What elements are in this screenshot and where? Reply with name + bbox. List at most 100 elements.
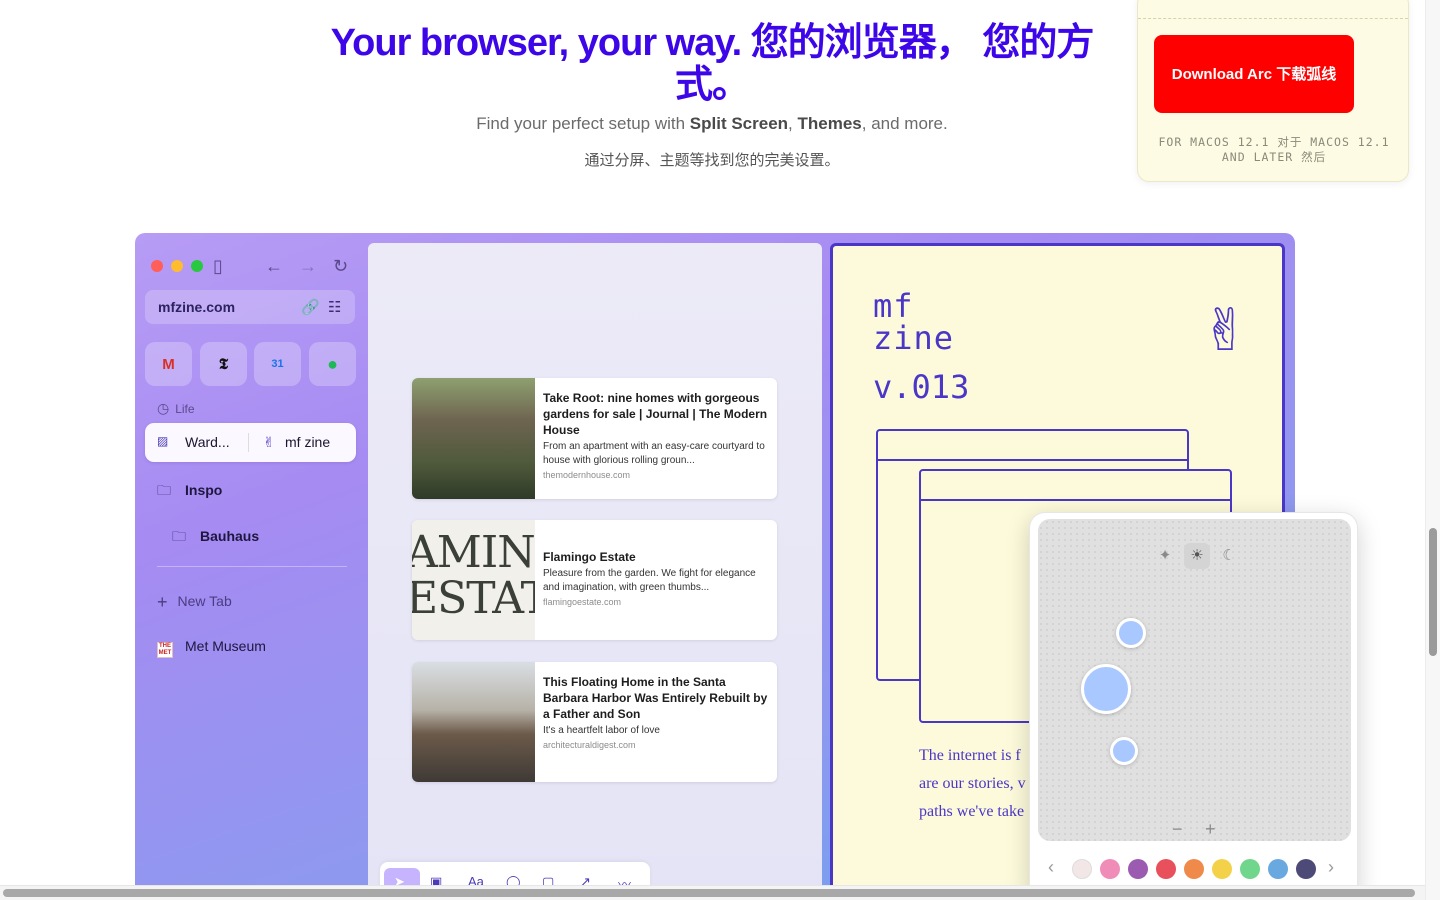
card-title: Take Root: nine homes with gorgeous gard… [543, 391, 768, 437]
card-domain: themodernhouse.com [543, 470, 631, 480]
met-museum-icon: THE MET [157, 642, 173, 658]
minimize-window-button[interactable] [171, 260, 183, 272]
wardrobe-tab-icon: ▨ [157, 434, 169, 448]
sparkle-icon[interactable]: ✦ [1152, 543, 1178, 569]
folder-label: Inspo [185, 482, 223, 498]
subtitle-comma: , [788, 114, 798, 133]
sidebar-toggle-icon[interactable]: ▯ [213, 257, 223, 275]
swatch-green[interactable] [1240, 859, 1260, 879]
swatch-blue[interactable] [1268, 859, 1288, 879]
sidebar-item-met-museum[interactable]: THE MET Met Museum [157, 638, 266, 658]
space-label-text: Life [175, 402, 195, 416]
card-text: Take Root: nine homes with gorgeous gard… [543, 390, 769, 480]
color-handle[interactable] [1110, 737, 1138, 765]
link-card[interactable]: AMINC ESTATI Flamingo Estate Pleasure fr… [412, 520, 777, 640]
favorite-nytimes[interactable]: 𝕿 [200, 342, 247, 386]
favorite-gmail[interactable]: M [145, 342, 192, 386]
browser-sidebar: ▯ ← → ↻ mfzine.com 🔗 ☷ M 𝕿 31 ● ◷ Life ▨ … [135, 233, 367, 900]
url-text: mfzine.com [158, 299, 236, 315]
left-split-pane: Take Root: nine homes with gorgeous gard… [368, 243, 822, 900]
swatch-purple[interactable] [1128, 859, 1148, 879]
card-title: This Floating Home in the Santa Barbara … [543, 675, 768, 721]
download-card: Download Arc 下载弧线 FOR MACOS 12.1 对于 MACO… [1137, 0, 1409, 182]
split-tab-right: mf zine [285, 434, 331, 450]
card-description: From an apartment with an easy-care cour… [543, 441, 765, 466]
zoom-window-button[interactable] [191, 260, 203, 272]
card-thumbnail: AMINC ESTATI [412, 520, 535, 640]
zine-logo-line2: zine [873, 319, 955, 357]
subtitle-suffix: , and more. [861, 114, 948, 133]
zine-logo-line1: mf [873, 287, 914, 325]
link-card[interactable]: This Floating Home in the Santa Barbara … [412, 662, 777, 782]
sidebar-item-label: Met Museum [185, 638, 266, 654]
split-tab-left: Ward... [185, 434, 230, 450]
card-description: Pleasure from the garden. We fight for e… [543, 568, 756, 593]
chevron-left-icon[interactable]: ‹ [1048, 857, 1054, 878]
sidebar-folder-inspo[interactable]: 🗀 Inspo [157, 480, 222, 504]
zoom-in-button[interactable]: + [1205, 819, 1216, 840]
space-label: ◷ Life [157, 400, 195, 417]
close-window-button[interactable] [151, 260, 163, 272]
card-thumbnail [412, 662, 535, 782]
hero-subtitle-cn: 通过分屏、主题等找到您的完美设置。 [584, 152, 840, 169]
calendar-icon: 31 [271, 358, 284, 370]
zine-version: v.013 [873, 368, 970, 406]
favorite-calendar[interactable]: 31 [254, 342, 301, 386]
card-domain: flamingoestate.com [543, 597, 622, 607]
card-domain: architecturaldigest.com [543, 740, 636, 750]
favorite-spotify[interactable]: ● [309, 342, 356, 386]
card-title: Flamingo Estate [543, 550, 636, 564]
settings-icon[interactable]: ☷ [328, 298, 341, 316]
card-text: Flamingo Estate Pleasure from the garden… [543, 549, 769, 607]
swatch-pale-pink[interactable] [1072, 859, 1092, 879]
swatch-yellow[interactable] [1212, 859, 1232, 879]
color-canvas[interactable]: ✦ ☀ ☾ − + [1038, 519, 1351, 841]
folder-label: Bauhaus [200, 528, 260, 544]
vertical-scrollbar[interactable] [1425, 0, 1440, 900]
color-handle[interactable] [1116, 618, 1146, 648]
forward-arrow-icon[interactable]: → [299, 257, 317, 275]
swatch-navy[interactable] [1296, 859, 1316, 879]
chevron-right-icon[interactable]: › [1328, 857, 1334, 878]
swatch-pink[interactable] [1100, 859, 1120, 879]
color-swatches: ‹ › [1044, 857, 1345, 881]
link-icon[interactable]: 🔗 [301, 298, 320, 316]
thumbnail-text: ESTATI [412, 573, 535, 624]
moon-icon[interactable]: ☾ [1216, 543, 1242, 569]
nytimes-icon: 𝕿 [218, 355, 229, 373]
reload-icon[interactable]: ↻ [333, 257, 348, 275]
window-titlebar-line [878, 459, 1187, 461]
sidebar-folder-bauhaus[interactable]: 🗀 Bauhaus [172, 526, 259, 550]
subtitle-text: Find your perfect setup with [476, 114, 690, 133]
page: Your browser, your way. 您的浏览器， 您的方式。 Fin… [0, 0, 1440, 900]
new-tab-label: New Tab [177, 593, 232, 609]
peace-hand-icon: ✌ [263, 434, 275, 450]
thumbnail-text: AMINC [412, 527, 535, 578]
peace-hand-icon: ✌ [1201, 298, 1250, 363]
back-arrow-icon[interactable]: ← [265, 257, 283, 275]
swatch-red[interactable] [1156, 859, 1176, 879]
theme-picker: ✦ ☀ ☾ − + ‹ › [1029, 512, 1358, 900]
plus-icon: + [157, 592, 168, 612]
zoom-out-button[interactable]: − [1172, 819, 1183, 840]
split-divider [248, 433, 249, 452]
swatch-orange[interactable] [1184, 859, 1204, 879]
horizontal-scrollbar-thumb[interactable] [3, 889, 1415, 897]
card-thumbnail [412, 378, 535, 499]
subtitle-themes: Themes [797, 114, 862, 133]
sidebar-divider [157, 566, 347, 567]
hero-subtitle: Find your perfect setup with Split Scree… [300, 114, 1124, 134]
card-text: This Floating Home in the Santa Barbara … [543, 674, 769, 750]
new-tab-button[interactable]: + New Tab [157, 592, 232, 613]
clock-icon: ◷ [157, 400, 170, 416]
url-bar[interactable]: mfzine.com 🔗 ☷ [145, 290, 355, 324]
spotify-icon: ● [327, 353, 338, 374]
subtitle-split-screen: Split Screen [689, 114, 789, 133]
link-card[interactable]: Take Root: nine homes with gorgeous gard… [412, 378, 777, 499]
download-button[interactable]: Download Arc 下载弧线 [1154, 35, 1354, 113]
vertical-scrollbar-thumb[interactable] [1429, 528, 1437, 656]
sun-icon[interactable]: ☀ [1184, 543, 1210, 569]
gmail-icon: M [162, 355, 175, 373]
split-view-tab[interactable]: ▨ Ward... ✌ mf zine [145, 423, 356, 462]
primary-color-handle[interactable] [1081, 664, 1131, 714]
